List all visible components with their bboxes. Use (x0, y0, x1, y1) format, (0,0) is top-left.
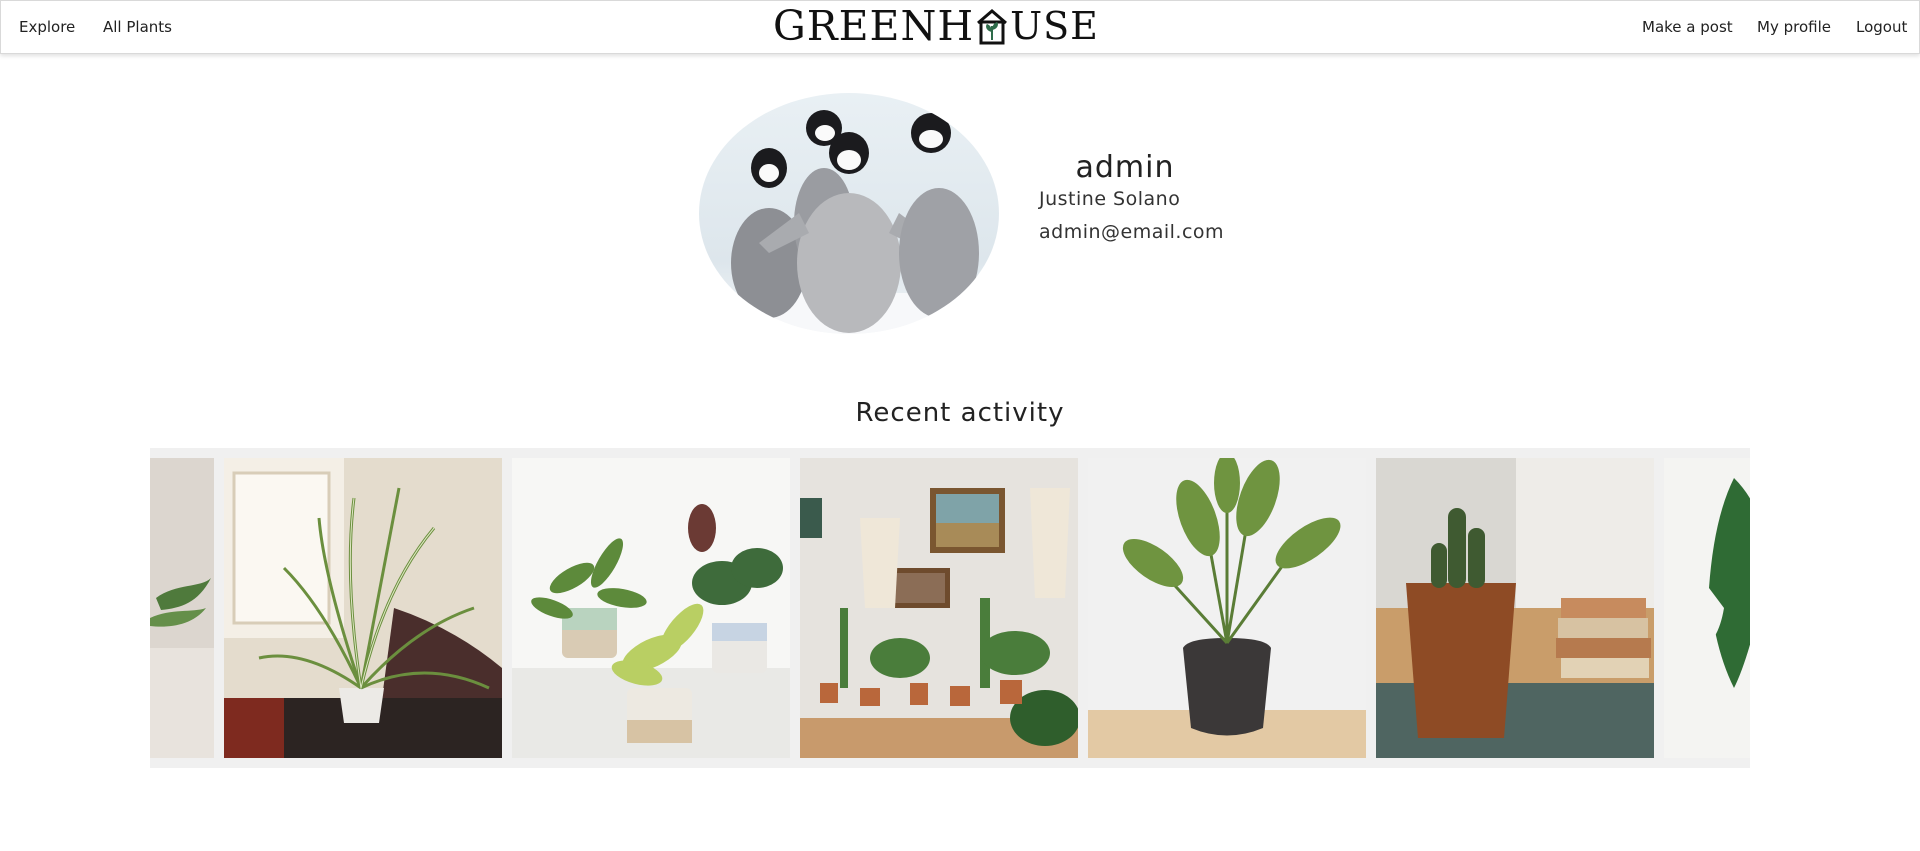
post-card[interactable] (1376, 458, 1654, 758)
greenhouse-logo[interactable]: GREENH USE (773, 2, 1099, 50)
post-card[interactable] (1664, 458, 1750, 758)
recent-activity-heading: Recent activity (855, 398, 1065, 428)
nav-my-profile-link[interactable]: My profile (1757, 18, 1831, 36)
nav-all-plants-link[interactable]: All Plants (103, 18, 172, 36)
post-card[interactable] (150, 458, 214, 758)
nav-make-post-link[interactable]: Make a post (1642, 18, 1733, 36)
post-card[interactable] (224, 458, 502, 758)
recent-activity-carousel[interactable] (150, 448, 1750, 768)
profile-username: admin (1075, 150, 1175, 185)
logo-text-start: GREENH (773, 2, 975, 50)
profile-full-name: Justine Solano (1039, 188, 1181, 210)
post-card[interactable] (1088, 458, 1366, 758)
nav-logout-link[interactable]: Logout (1856, 18, 1907, 36)
house-leaf-icon (975, 6, 1009, 46)
post-card[interactable] (800, 458, 1078, 758)
nav-explore-link[interactable]: Explore (19, 18, 75, 36)
top-navbar: Explore All Plants GREENH USE Make a pos… (0, 0, 1920, 54)
post-card[interactable] (512, 458, 790, 758)
logo-text-end: USE (1010, 4, 1099, 48)
profile-avatar (699, 93, 999, 334)
profile-email: admin@email.com (1039, 221, 1225, 243)
